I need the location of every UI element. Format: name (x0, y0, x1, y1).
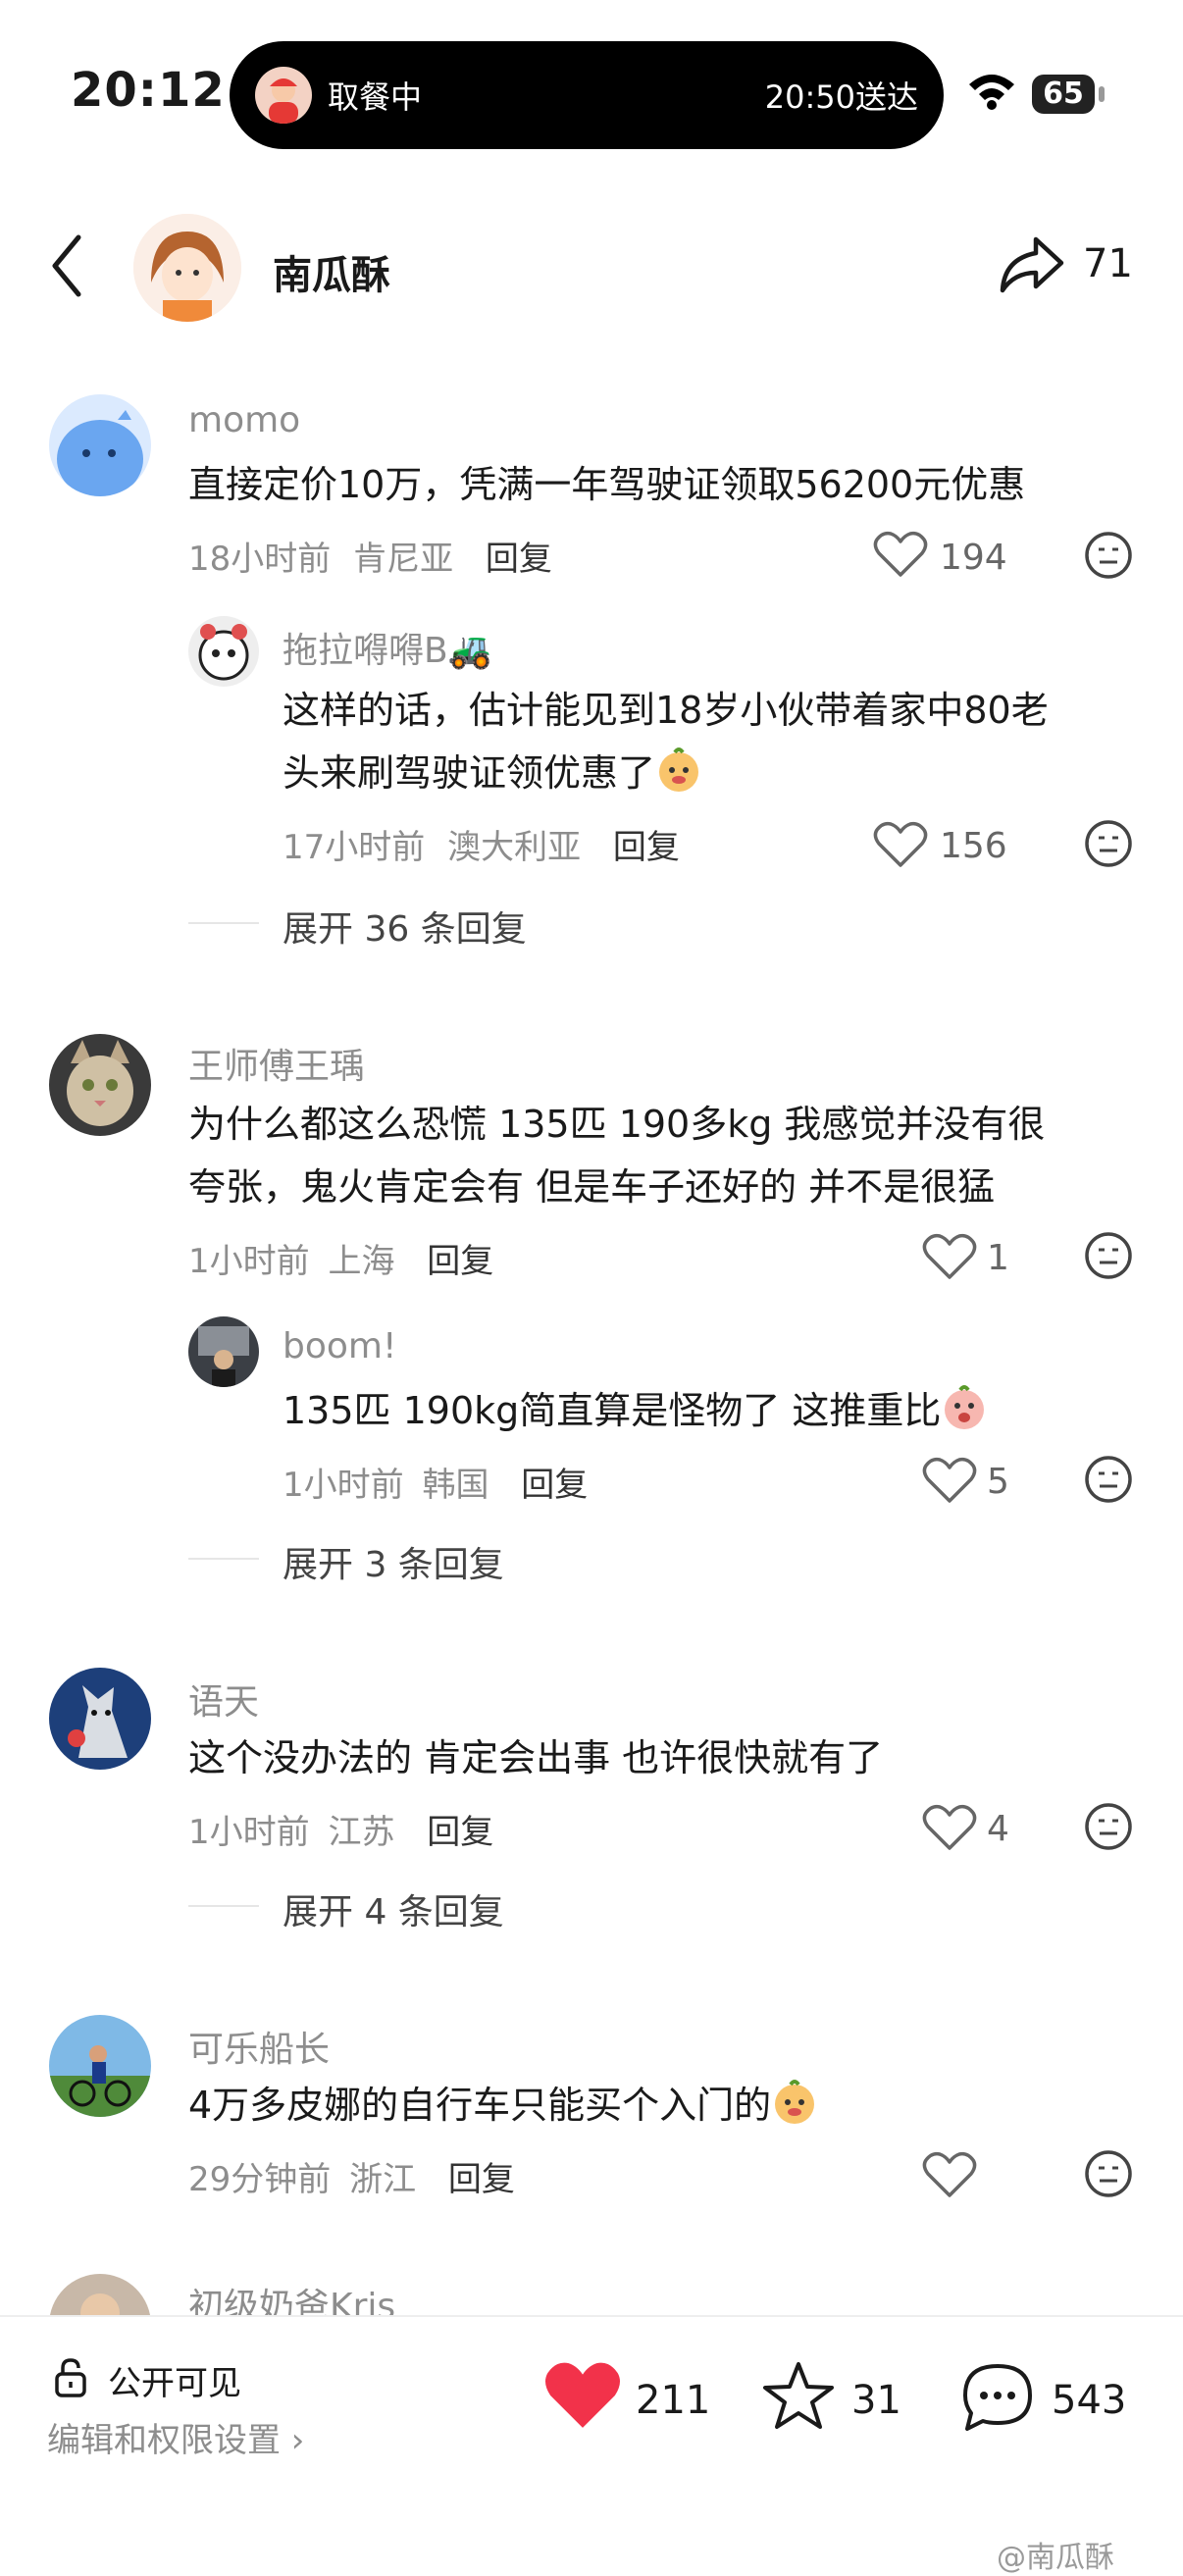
avatar[interactable] (188, 1316, 259, 1387)
reply-location: 澳大利亚 (447, 828, 582, 867)
dislike-face-icon[interactable] (1083, 818, 1134, 873)
battery-indicator: 65 (1032, 75, 1095, 114)
reply-time: 17小时前 (283, 828, 426, 867)
reply-username[interactable]: boom! (283, 1326, 396, 1366)
comment-username[interactable]: 语天 (188, 1674, 259, 1725)
like-count: 156 (940, 826, 1007, 866)
comment-text-line-2: 夸张，鬼火肯定会有 但是车子还好的 并不是很猛 (188, 1165, 996, 1209)
divider (188, 1905, 259, 1907)
heart-outline-icon[interactable] (922, 1456, 977, 1509)
emoji-icon (775, 2080, 815, 2124)
comment-time: 29分钟前 (188, 2160, 332, 2199)
comment-username[interactable]: momo (188, 400, 300, 440)
expand-replies-button[interactable]: 展开 4 条回复 (283, 1883, 504, 1934)
watermark: @南瓜酥 (997, 2541, 1114, 2575)
avatar[interactable] (49, 1668, 151, 1770)
reply-button[interactable]: 回复 (613, 828, 680, 867)
delivery-avatar (255, 67, 312, 124)
comment-total: 543 (1052, 2378, 1127, 2423)
heart-outline-icon[interactable] (922, 1232, 977, 1285)
avatar[interactable] (49, 1034, 151, 1136)
comment-location: 浙江 (349, 2160, 417, 2199)
dislike-face-icon[interactable] (1083, 1801, 1134, 1856)
reply-text[interactable]: 这样的话，估计能见到18岁小伙带着家中80老 头来刷驾驶证领优惠了 (283, 679, 1049, 804)
reply-username-text: 拖拉嘚嘚B🚜 (283, 631, 492, 671)
comment-username[interactable]: 可乐船长 (188, 2021, 330, 2072)
comment-text[interactable]: 这个没办法的 肯定会出事 也许很快就有了 (188, 1726, 883, 1789)
dislike-face-icon[interactable] (1083, 530, 1134, 585)
comment-meta: 29分钟前 浙江 回复 (188, 2152, 515, 2200)
like-count: 4 (987, 1809, 1009, 1849)
comment-meta: 18小时前 肯尼亚 回复 (188, 532, 552, 580)
comment-time: 1小时前 (188, 1242, 310, 1281)
reply-text[interactable]: 135匹 190kg简直算是怪物了 这推重比 (283, 1379, 988, 1442)
comment-time: 18小时前 (188, 540, 332, 579)
battery-tip (1099, 86, 1105, 102)
like-count: 5 (987, 1462, 1009, 1502)
comment-text[interactable]: 直接定价10万，凭满一年驾驶证领取56200元优惠 (188, 453, 1025, 516)
reply-meta: 17小时前 澳大利亚 回复 (283, 820, 680, 868)
dynamic-island[interactable]: 取餐中 20:50送达 (230, 41, 944, 149)
comment-username[interactable]: 王师傅王瑀 (188, 1038, 365, 1089)
back-icon[interactable] (47, 232, 86, 304)
favorite-total: 31 (851, 2378, 901, 2423)
avatar[interactable] (49, 2015, 151, 2117)
reply-meta: 1小时前 韩国 回复 (283, 1458, 588, 1506)
dislike-face-icon[interactable] (1083, 2148, 1134, 2203)
heart-outline-icon[interactable] (922, 2150, 977, 2203)
reply-location: 韩国 (422, 1466, 489, 1505)
lock-icon (51, 2356, 90, 2403)
reply-button[interactable]: 回复 (427, 1813, 493, 1852)
comment-location: 江苏 (328, 1813, 395, 1852)
like-count: 1 (987, 1238, 1009, 1278)
like-total: 211 (636, 2378, 711, 2423)
share-icon[interactable] (997, 233, 1065, 300)
avatar[interactable] (49, 394, 151, 496)
reply-username[interactable]: 拖拉嘚嘚B🚜 (283, 622, 492, 673)
comment-text-line-1: 为什么都这么恐慌 135匹 190多kg 我感觉并没有很 (188, 1103, 1046, 1146)
comment-location: 肯尼亚 (353, 540, 454, 579)
comment-text[interactable]: 4万多皮娜的自行车只能买个入门的 (188, 2074, 818, 2137)
reply-button[interactable]: 回复 (486, 540, 552, 579)
like-count: 194 (940, 538, 1007, 578)
comment-meta: 1小时前 江苏 回复 (188, 1805, 493, 1853)
divider (188, 922, 259, 924)
expand-replies-button[interactable]: 展开 36 条回复 (283, 901, 527, 952)
emoji-icon (659, 747, 699, 792)
reply-text-line-1: 这样的话，估计能见到18岁小伙带着家中80老 (283, 689, 1049, 732)
heart-outline-icon[interactable] (873, 820, 928, 873)
star-icon[interactable] (761, 2360, 836, 2435)
permission-settings-link[interactable]: 编辑和权限设置 › (47, 2413, 304, 2461)
heart-outline-icon[interactable] (922, 1803, 977, 1856)
heart-filled-icon[interactable] (543, 2360, 622, 2435)
island-status: 取餐中 (328, 78, 423, 116)
reply-time: 1小时前 (283, 1466, 404, 1505)
emoji-icon (945, 1385, 985, 1429)
comment-meta: 1小时前 上海 回复 (188, 1234, 493, 1282)
share-count: 71 (1083, 241, 1133, 286)
visibility-label[interactable]: 公开可见 (108, 2356, 241, 2404)
divider (188, 1558, 259, 1560)
reply-text-line-2: 头来刷驾驶证领优惠了 (283, 742, 1049, 804)
comment-bubble-icon[interactable] (959, 2360, 1036, 2439)
island-eta: 20:50送达 (764, 78, 918, 116)
comment-time: 1小时前 (188, 1813, 310, 1852)
expand-replies-button[interactable]: 展开 3 条回复 (283, 1536, 504, 1587)
reply-button[interactable]: 回复 (521, 1466, 588, 1505)
avatar[interactable] (188, 616, 259, 687)
comment-location: 上海 (328, 1242, 395, 1281)
comment-text[interactable]: 为什么都这么恐慌 135匹 190多kg 我感觉并没有很 夸张，鬼火肯定会有 但… (188, 1093, 1045, 1218)
dislike-face-icon[interactable] (1083, 1230, 1134, 1285)
author-name[interactable]: 南瓜酥 (273, 243, 390, 300)
reply-button[interactable]: 回复 (427, 1242, 493, 1281)
author-avatar[interactable] (133, 214, 241, 322)
wifi-icon (967, 71, 1016, 114)
status-time: 20:12 (71, 63, 226, 118)
dislike-face-icon[interactable] (1083, 1454, 1134, 1509)
heart-outline-icon[interactable] (873, 530, 928, 583)
reply-button[interactable]: 回复 (448, 2160, 515, 2199)
